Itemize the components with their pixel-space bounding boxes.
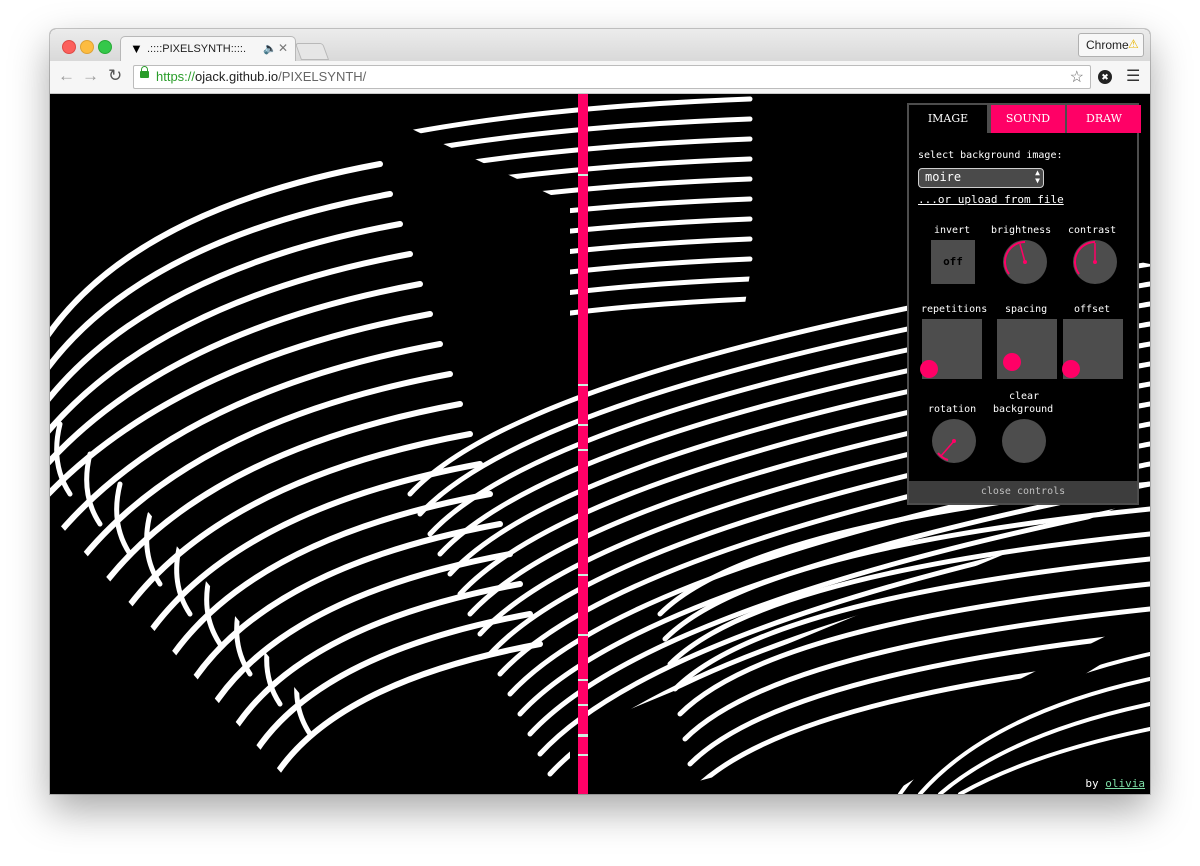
url-text[interactable]: https://ojack.github.io/PIXELSYNTH/ [156,69,366,84]
url-scheme: https:// [156,69,196,84]
clear-label-line1: clear [1009,391,1040,402]
url-host: ojack.github.io [195,69,279,84]
brightness-label: brightness [991,225,1052,236]
clear-background-button[interactable] [1002,419,1046,463]
warning-icon: ⚠ [1128,37,1139,51]
browser-toolbar: ← → ↻ https://ojack.github.io/PIXELSYNTH… [50,61,1150,94]
url-path: /PIXELSYNTH/ [278,69,367,84]
rotation-label: rotation [928,404,977,415]
tab-sound[interactable]: SOUND [989,105,1065,133]
forward-arrow-icon[interactable]: → [82,66,99,86]
background-image-select[interactable]: moire ▲ ▼ [918,168,1044,188]
select-value: moire [925,170,962,184]
bookmark-star-icon[interactable]: ☆ [1070,67,1084,87]
tab-close-icon[interactable]: ✕ [278,41,288,55]
contrast-knob-indicator [1074,241,1097,275]
invert-toggle[interactable]: off [931,240,975,284]
author-link[interactable]: olivia [1105,777,1145,790]
contrast-label: contrast [1068,225,1117,236]
spacing-handle[interactable] [1003,353,1021,371]
spacing-label: spacing [1005,304,1048,315]
offset-pad[interactable] [1062,319,1123,379]
browser-tab[interactable]: ▼ .::::PIXELSYNTH::::. 🔈 ✕ [120,36,296,62]
maximize-window-button[interactable] [98,40,112,54]
brightness-knob-indicator [1004,241,1027,275]
address-bar[interactable]: https://ojack.github.io/PIXELSYNTH/ ☆ [133,65,1091,89]
contrast-knob[interactable] [1073,240,1117,284]
extension-icon[interactable]: ✖ [1098,70,1112,84]
title-bar: ▼ .::::PIXELSYNTH::::. 🔈 ✕ Chrome ⚠ [50,29,1150,62]
offset-handle[interactable] [1062,360,1080,378]
offset-label: offset [1074,304,1111,315]
profile-label: Chrome [1086,38,1129,52]
spacing-pad[interactable] [997,319,1057,379]
credit-line: by olivia [1085,777,1145,790]
back-arrow-icon[interactable]: ← [58,66,75,86]
credit-prefix: by [1085,777,1099,790]
close-window-button[interactable] [62,40,76,54]
rotation-knob[interactable] [932,419,976,463]
browser-window: ▼ .::::PIXELSYNTH::::. 🔈 ✕ Chrome ⚠ ← → … [50,29,1150,794]
tab-image[interactable]: IMAGE [909,105,989,133]
tab-draw[interactable]: DRAW [1065,105,1141,133]
playhead-bar [578,94,588,794]
profile-button[interactable]: Chrome ⚠ [1078,33,1144,57]
reload-icon[interactable]: ↻ [108,66,122,86]
tab-title: .::::PIXELSYNTH::::. [147,43,247,55]
repetitions-handle[interactable] [920,360,938,378]
invert-label: invert [934,225,971,236]
repetitions-label: repetitions [921,304,988,315]
rotation-knob-indicator [937,439,956,461]
select-arrows-icon: ▲ ▼ [1035,168,1040,185]
upload-from-file-link[interactable]: ...or upload from file [918,193,1064,206]
speaker-icon[interactable]: 🔈 [263,42,277,55]
lock-icon [140,66,149,78]
brightness-knob[interactable] [1003,240,1047,284]
close-controls-button[interactable]: close controls [909,481,1137,503]
favicon-icon: ▼ [130,41,143,56]
minimize-window-button[interactable] [80,40,94,54]
page-canvas[interactable]: IMAGE SOUND DRAW select background image… [50,94,1150,794]
new-tab-button[interactable] [294,43,330,60]
menu-icon[interactable]: ☰ [1126,66,1140,86]
controls-panel: IMAGE SOUND DRAW select background image… [907,103,1141,505]
select-background-label: select background image: [918,150,1063,161]
clear-label-line2: background [993,404,1054,415]
repetitions-pad[interactable] [920,319,982,379]
